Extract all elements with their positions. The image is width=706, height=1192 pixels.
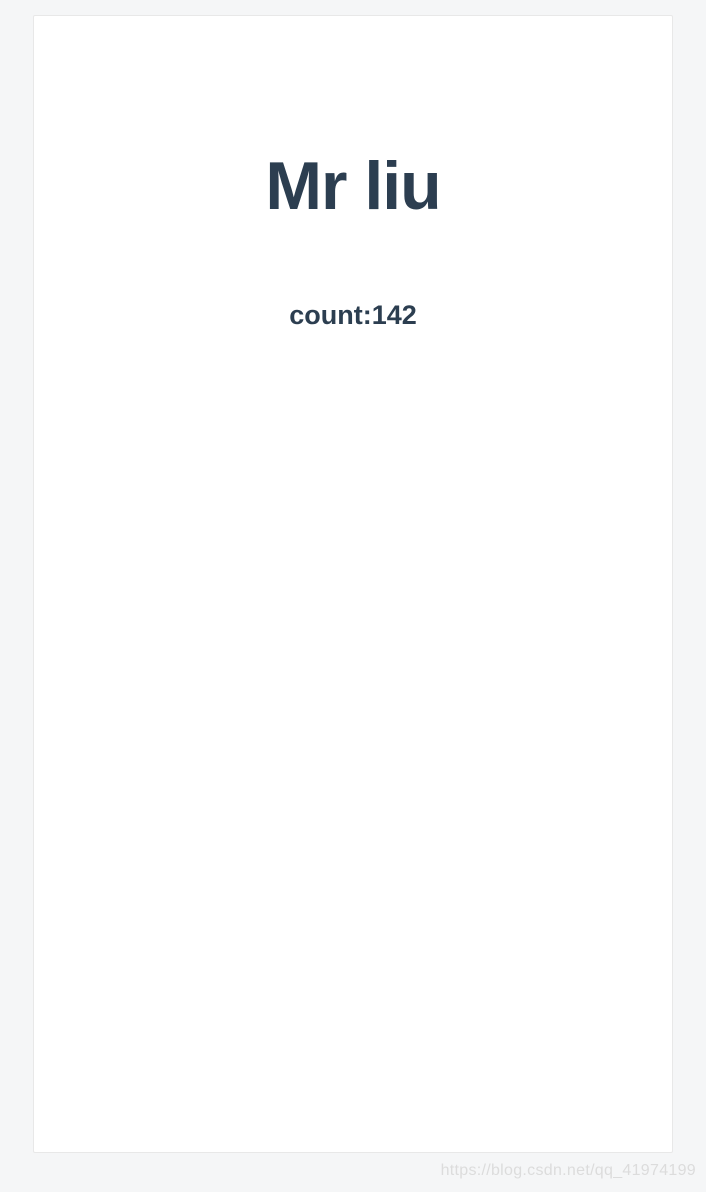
count-value: 142 (372, 300, 417, 330)
count-display: count:142 (34, 300, 672, 331)
count-label: count: (289, 300, 371, 330)
page-title: Mr liu (34, 146, 672, 228)
content-card: Mr liu count:142 (33, 15, 673, 1153)
watermark-text: https://blog.csdn.net/qq_41974199 (441, 1162, 696, 1180)
main-content: Mr liu count:142 (34, 16, 672, 331)
